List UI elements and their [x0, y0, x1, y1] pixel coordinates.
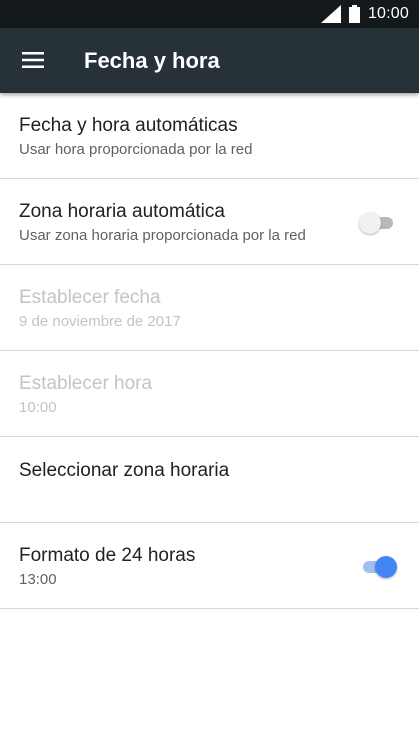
setting-summary: Usar zona horaria proporcionada por la r…: [19, 227, 306, 244]
setting-automatic-date-time[interactable]: Fecha y hora automáticas Usar hora propo…: [0, 93, 419, 179]
setting-automatic-time-zone[interactable]: Zona horaria automática Usar zona horari…: [0, 179, 419, 265]
setting-title: Fecha y hora automáticas: [19, 115, 238, 136]
setting-summary: 13:00: [19, 571, 57, 588]
battery-icon: [348, 5, 360, 23]
24-hour-format-toggle[interactable]: [359, 556, 397, 578]
setting-summary: Usar hora proporcionada por la red: [19, 141, 253, 158]
setting-set-date: Establecer fecha 9 de noviembre de 2017: [0, 265, 419, 351]
setting-title: Establecer fecha: [19, 287, 161, 308]
setting-title: Establecer hora: [19, 373, 153, 394]
status-bar: 10:00: [0, 0, 419, 28]
setting-title: Zona horaria automática: [19, 201, 225, 222]
toggle-thumb: [375, 556, 397, 578]
toggle-thumb: [359, 212, 381, 234]
menu-button[interactable]: [12, 39, 54, 81]
setting-summary: 10:00: [19, 399, 57, 416]
setting-summary: 9 de noviembre de 2017: [19, 313, 181, 330]
setting-set-time: Establecer hora 10:00: [0, 351, 419, 437]
status-time: 10:00: [367, 5, 409, 22]
signal-icon: [320, 5, 341, 23]
status-icons: 10:00: [320, 0, 409, 28]
setting-title: Seleccionar zona horaria: [19, 460, 230, 481]
settings-list: Fecha y hora automáticas Usar hora propo…: [0, 93, 419, 609]
setting-24-hour-format[interactable]: Formato de 24 horas 13:00: [0, 523, 419, 609]
automatic-time-zone-toggle[interactable]: [359, 212, 397, 234]
page-title: Fecha y hora: [84, 48, 220, 73]
setting-select-time-zone[interactable]: Seleccionar zona horaria: [0, 437, 419, 523]
app-bar: Fecha y hora: [0, 28, 419, 93]
setting-title: Formato de 24 horas: [19, 545, 196, 566]
hamburger-icon: [22, 52, 44, 68]
